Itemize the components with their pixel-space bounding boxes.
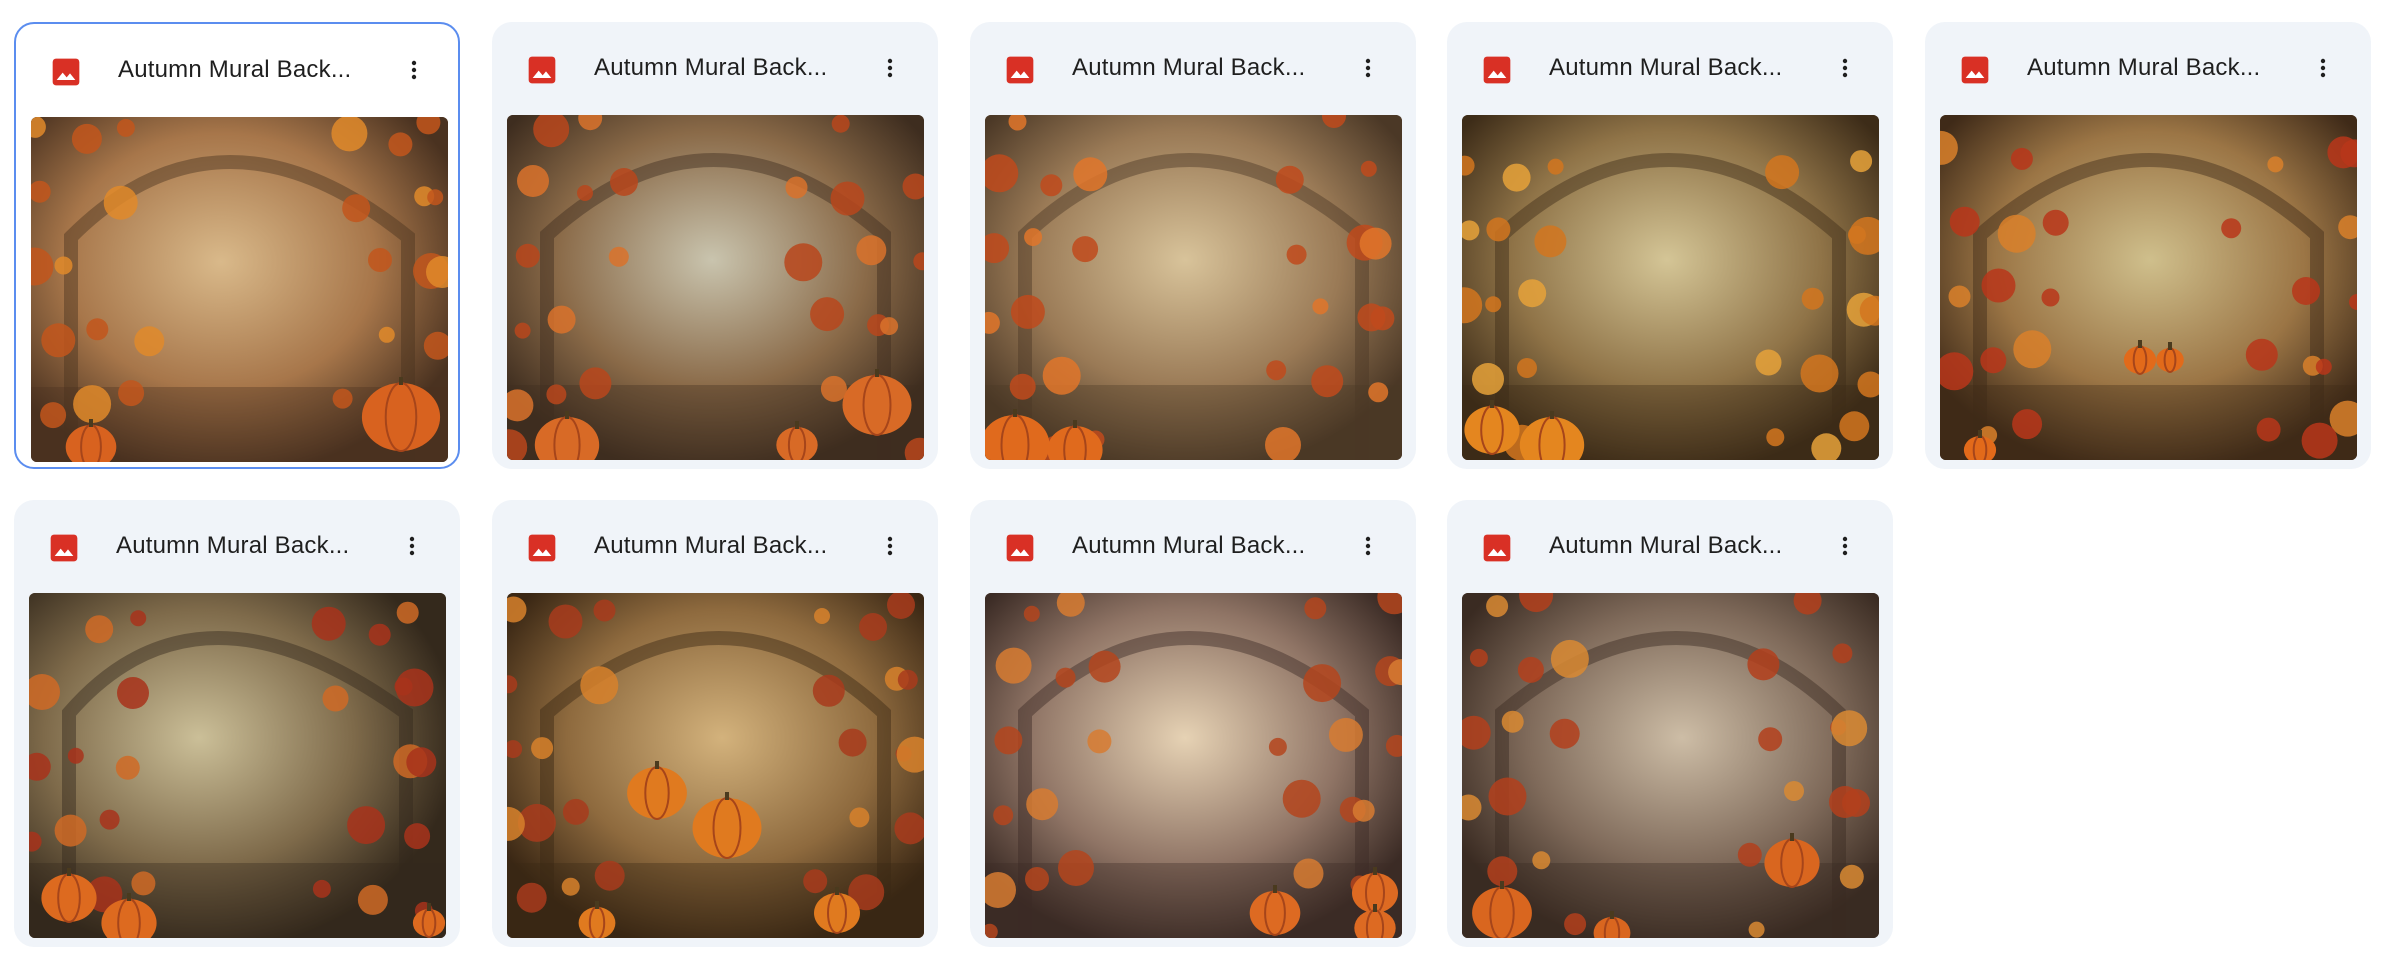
more-vert-icon <box>2320 58 2326 78</box>
file-name[interactable]: Autumn Mural Back... <box>1072 53 1342 83</box>
file-card[interactable]: Autumn Mural Back... <box>14 500 460 947</box>
file-card-header[interactable]: Autumn Mural Back... <box>14 500 460 586</box>
file-card-header[interactable]: Autumn Mural Back... <box>970 500 1416 586</box>
file-card[interactable]: Autumn Mural Back... <box>1447 22 1893 469</box>
file-card[interactable]: Autumn Mural Back... <box>14 22 460 469</box>
file-card-header[interactable]: Autumn Mural Back... <box>1447 500 1893 586</box>
file-thumbnail[interactable] <box>985 593 1402 938</box>
more-options-button[interactable] <box>868 46 912 90</box>
file-thumbnail[interactable] <box>985 115 1402 460</box>
file-card[interactable]: Autumn Mural Back... <box>492 500 938 947</box>
more-options-button[interactable] <box>868 524 912 568</box>
image-file-icon <box>526 54 558 86</box>
more-vert-icon <box>1365 536 1371 556</box>
more-vert-icon <box>887 536 893 556</box>
file-card[interactable]: Autumn Mural Back... <box>492 22 938 469</box>
more-options-button[interactable] <box>1346 524 1390 568</box>
image-file-icon <box>1481 54 1513 86</box>
file-card-header[interactable]: Autumn Mural Back... <box>492 22 938 108</box>
more-options-button[interactable] <box>1823 46 1867 90</box>
file-name[interactable]: Autumn Mural Back... <box>116 531 386 561</box>
file-card-header[interactable]: Autumn Mural Back... <box>970 22 1416 108</box>
file-name[interactable]: Autumn Mural Back... <box>118 55 388 85</box>
file-card[interactable]: Autumn Mural Back... <box>970 500 1416 947</box>
file-name[interactable]: Autumn Mural Back... <box>1072 531 1342 561</box>
image-file-icon <box>50 56 82 88</box>
file-card-header[interactable]: Autumn Mural Back... <box>1925 22 2371 108</box>
file-thumbnail[interactable] <box>1462 593 1879 938</box>
file-name[interactable]: Autumn Mural Back... <box>1549 531 1819 561</box>
file-name[interactable]: Autumn Mural Back... <box>594 53 864 83</box>
file-thumbnail[interactable] <box>507 593 924 938</box>
file-name[interactable]: Autumn Mural Back... <box>1549 53 1819 83</box>
file-card-header[interactable]: Autumn Mural Back... <box>16 24 458 110</box>
file-grid: Autumn Mural Back... Autumn Mural Back..… <box>0 0 2382 960</box>
file-thumbnail[interactable] <box>31 117 448 462</box>
file-name[interactable]: Autumn Mural Back... <box>594 531 864 561</box>
more-options-button[interactable] <box>390 524 434 568</box>
image-file-icon <box>1481 532 1513 564</box>
more-options-button[interactable] <box>1346 46 1390 90</box>
image-file-icon <box>1959 54 1991 86</box>
more-options-button[interactable] <box>1823 524 1867 568</box>
more-vert-icon <box>409 536 415 556</box>
file-card-header[interactable]: Autumn Mural Back... <box>1447 22 1893 108</box>
more-options-button[interactable] <box>2301 46 2345 90</box>
more-options-button[interactable] <box>392 48 436 92</box>
more-vert-icon <box>1842 58 1848 78</box>
image-file-icon <box>1004 54 1036 86</box>
file-card[interactable]: Autumn Mural Back... <box>1925 22 2371 469</box>
image-file-icon <box>526 532 558 564</box>
more-vert-icon <box>1365 58 1371 78</box>
file-card-header[interactable]: Autumn Mural Back... <box>492 500 938 586</box>
more-vert-icon <box>1842 536 1848 556</box>
file-name[interactable]: Autumn Mural Back... <box>2027 53 2297 83</box>
image-file-icon <box>1004 532 1036 564</box>
image-file-icon <box>48 532 80 564</box>
file-thumbnail[interactable] <box>507 115 924 460</box>
more-vert-icon <box>411 60 417 80</box>
file-thumbnail[interactable] <box>29 593 446 938</box>
file-thumbnail[interactable] <box>1940 115 2357 460</box>
file-card[interactable]: Autumn Mural Back... <box>970 22 1416 469</box>
more-vert-icon <box>887 58 893 78</box>
file-thumbnail[interactable] <box>1462 115 1879 460</box>
file-card[interactable]: Autumn Mural Back... <box>1447 500 1893 947</box>
